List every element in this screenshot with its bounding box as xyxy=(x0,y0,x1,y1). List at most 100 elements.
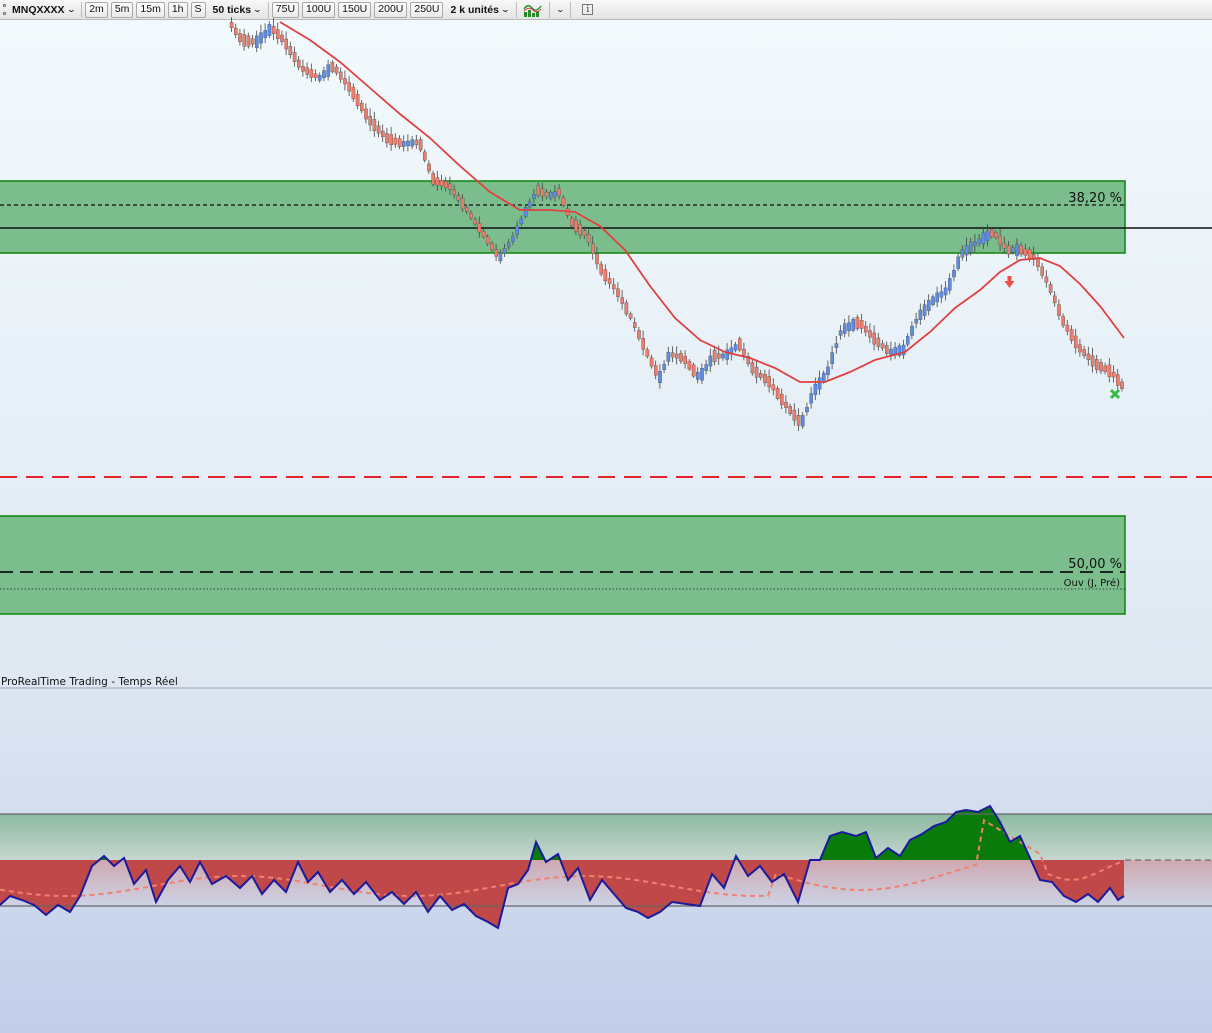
candle xyxy=(1011,247,1015,253)
candle xyxy=(683,355,687,365)
candle xyxy=(607,278,612,284)
candle xyxy=(1052,295,1057,304)
candle xyxy=(343,78,347,85)
candle xyxy=(969,241,973,253)
candle xyxy=(532,194,536,199)
candle xyxy=(351,86,356,100)
candle xyxy=(284,38,289,50)
candle xyxy=(322,70,326,79)
candle xyxy=(347,82,352,92)
candle xyxy=(1107,364,1112,378)
fib-zone-upper xyxy=(0,180,1126,254)
candle xyxy=(1090,355,1095,367)
candle xyxy=(817,377,822,390)
candle xyxy=(943,287,948,296)
candle xyxy=(410,139,415,147)
candle xyxy=(927,299,931,311)
indicator-panel-title: ProRealTime Trading - Temps Réel xyxy=(1,676,178,688)
candle xyxy=(750,362,755,374)
candle xyxy=(696,371,700,380)
candle xyxy=(838,330,843,336)
candle xyxy=(717,353,721,359)
candle xyxy=(801,415,805,427)
candle xyxy=(1036,258,1040,267)
candle xyxy=(985,230,990,241)
candle xyxy=(528,201,532,208)
candle xyxy=(918,309,923,320)
candle xyxy=(994,232,998,238)
candle xyxy=(460,198,465,210)
candle xyxy=(553,191,557,197)
candle xyxy=(956,256,960,269)
candle xyxy=(620,297,624,304)
candle xyxy=(393,137,398,145)
candle xyxy=(368,116,373,126)
candle xyxy=(578,224,582,235)
candle xyxy=(649,357,654,367)
candle xyxy=(246,35,251,47)
candle xyxy=(385,133,389,144)
candle xyxy=(977,238,981,244)
candle xyxy=(935,292,939,303)
candle xyxy=(796,415,801,426)
candle xyxy=(469,213,473,219)
candle xyxy=(822,372,826,383)
candle xyxy=(981,232,986,245)
candle xyxy=(557,188,561,196)
candle xyxy=(1040,266,1044,276)
candle xyxy=(654,365,658,376)
candle xyxy=(1048,284,1053,293)
candle xyxy=(830,352,834,365)
candle xyxy=(599,263,603,275)
candle xyxy=(502,247,507,254)
candle xyxy=(914,318,918,324)
candle xyxy=(444,181,448,189)
candle xyxy=(540,188,545,197)
candle xyxy=(1082,349,1086,356)
candle xyxy=(431,173,436,185)
candle xyxy=(939,291,944,298)
candle xyxy=(423,151,427,161)
candle xyxy=(229,22,234,28)
candle xyxy=(847,322,851,331)
candle xyxy=(792,409,797,421)
candle xyxy=(868,330,872,338)
candle xyxy=(490,243,494,251)
candle xyxy=(233,27,238,35)
candle xyxy=(704,364,708,371)
fib-label-38-2: 38,20 % xyxy=(1068,191,1122,206)
candle xyxy=(658,371,662,384)
oscillator-upper-band xyxy=(0,814,1212,860)
candle xyxy=(872,332,876,345)
candle xyxy=(313,73,318,78)
candle xyxy=(788,406,792,415)
candle xyxy=(511,235,515,242)
candle xyxy=(427,163,431,172)
candle xyxy=(481,230,486,238)
candle xyxy=(339,71,343,80)
candle xyxy=(477,223,482,233)
fib-zone-lower xyxy=(0,515,1126,615)
candle xyxy=(834,343,839,348)
chart-area[interactable]: 38,20 % 50,00 % Ouv (J, Pré) ProRealTime… xyxy=(0,0,1212,1033)
candle xyxy=(406,140,410,147)
candle xyxy=(318,74,322,81)
candle xyxy=(700,368,704,381)
candle xyxy=(1115,374,1120,386)
candle xyxy=(855,316,860,329)
candle xyxy=(906,336,910,345)
candle xyxy=(586,234,591,243)
candle xyxy=(397,138,402,147)
candle xyxy=(754,366,759,378)
candle xyxy=(1073,335,1078,348)
candle xyxy=(624,302,629,315)
candle xyxy=(864,325,868,333)
candle xyxy=(742,348,746,356)
candle xyxy=(297,59,301,68)
candle xyxy=(498,252,503,262)
candle xyxy=(998,235,1002,246)
candle xyxy=(439,179,444,187)
candle xyxy=(334,66,339,74)
candle xyxy=(456,195,461,201)
candle xyxy=(948,278,952,291)
